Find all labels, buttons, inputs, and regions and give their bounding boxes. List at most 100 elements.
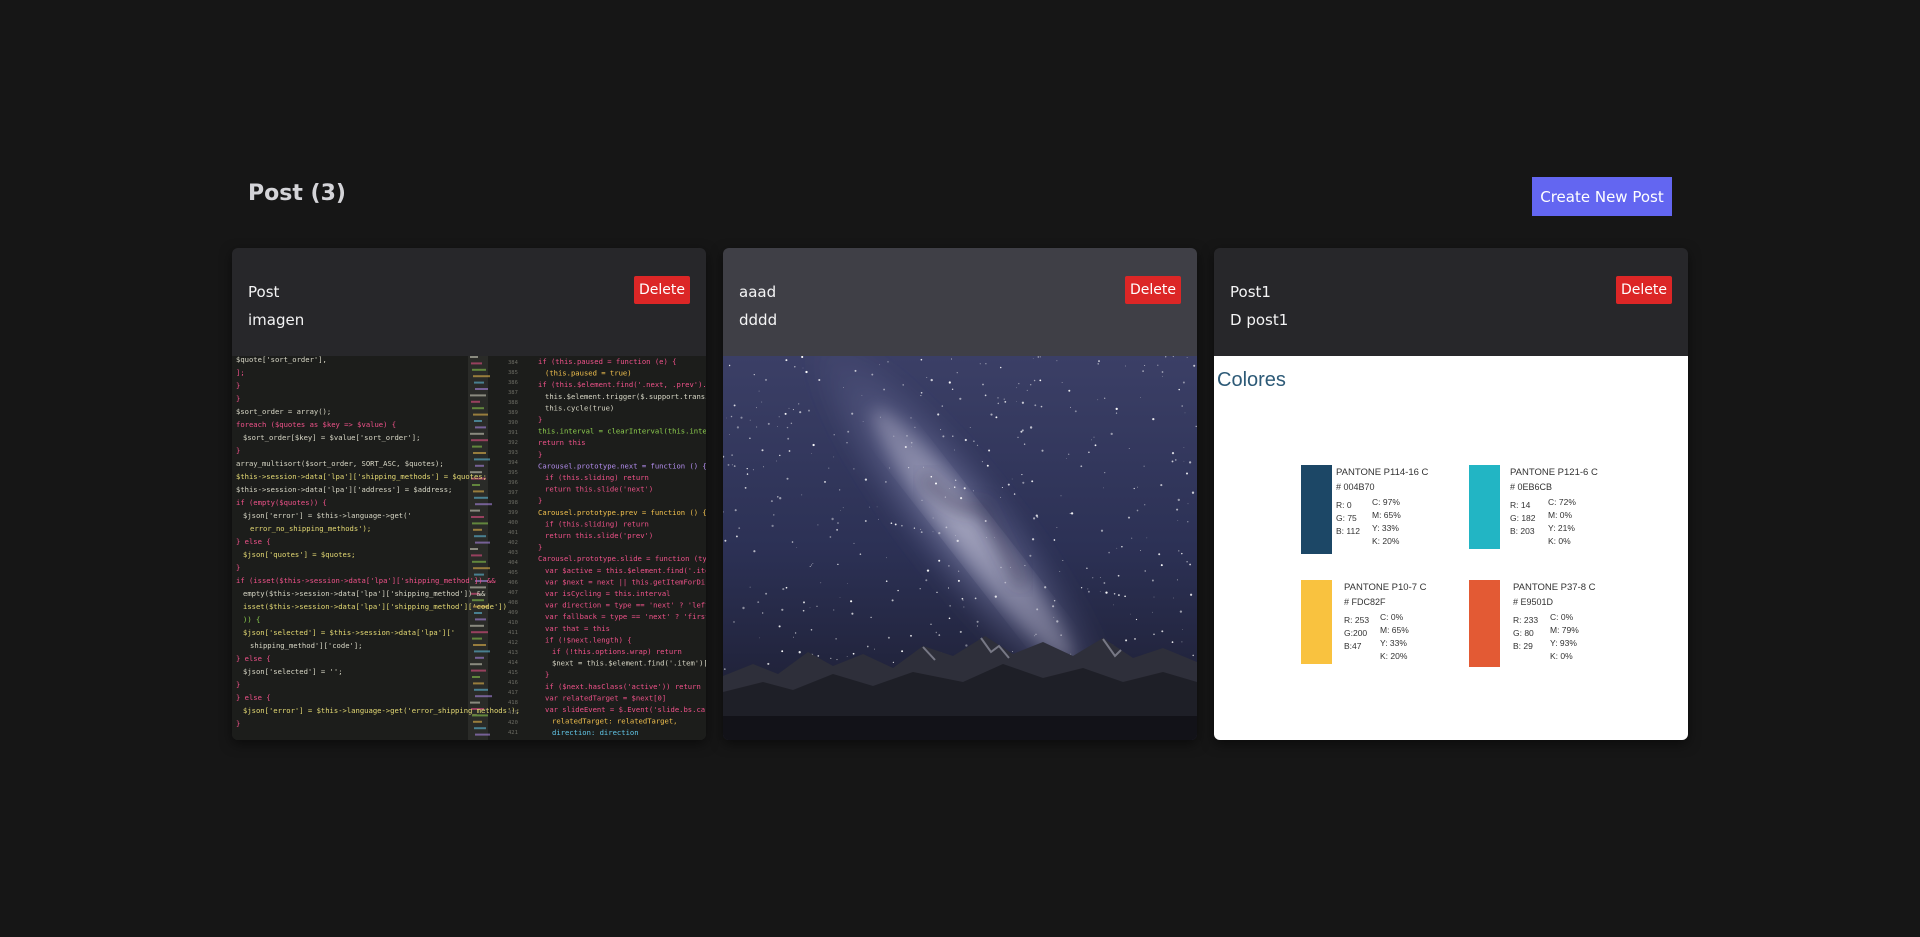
code-line: var $active = this.$element.find('.item.… bbox=[545, 566, 706, 575]
code-line: Carousel.prototype.slide = function (typ… bbox=[538, 554, 706, 563]
code-line: (this.paused = true) bbox=[545, 369, 632, 378]
palette-heading: Colores bbox=[1217, 369, 1286, 391]
code-line: empty($this->session->data['lpa']['shipp… bbox=[243, 589, 486, 598]
code-editor-image: $quote['sort_order'],];}} $sort_order = a… bbox=[232, 356, 706, 740]
code-line: if (this.sliding) return bbox=[545, 519, 649, 528]
line-number: 411 bbox=[508, 630, 518, 636]
post-description: dddd bbox=[739, 311, 778, 329]
delete-post-button[interactable]: Delete bbox=[1125, 276, 1181, 304]
code-line: var direction = type == 'next' ? 'left' … bbox=[545, 601, 706, 610]
swatch-b: B:47 bbox=[1344, 641, 1362, 651]
code-line: } bbox=[236, 719, 240, 728]
line-number: 396 bbox=[508, 480, 518, 486]
code-line: this.interval = clearInterval(this.inter… bbox=[538, 427, 706, 436]
code-line: return this bbox=[538, 438, 586, 447]
code-line: } bbox=[538, 415, 542, 424]
swatch-c: C: 0% bbox=[1550, 612, 1574, 622]
line-number: 407 bbox=[508, 590, 518, 596]
swatch-y: Y: 93% bbox=[1550, 638, 1577, 648]
code-line: $this->session->data['lpa']['shipping_me… bbox=[236, 472, 487, 481]
code-line: Carousel.prototype.next = function () { bbox=[538, 461, 706, 470]
code-line: } bbox=[236, 381, 240, 390]
line-number: 386 bbox=[508, 380, 518, 386]
code-line: $json['quotes'] = $quotes; bbox=[243, 550, 356, 559]
swatch-k: K: 0% bbox=[1548, 536, 1571, 546]
swatch-b: B: 112 bbox=[1336, 526, 1360, 536]
line-number: 399 bbox=[508, 510, 518, 516]
code-line: } else { bbox=[236, 693, 271, 702]
code-line: if (this.$element.find('.next, .prev').l… bbox=[538, 380, 706, 389]
code-line: } else { bbox=[236, 537, 271, 546]
code-line: $json['error'] = $this->language->get('e… bbox=[243, 706, 520, 715]
code-line: var that = this bbox=[545, 624, 610, 633]
line-number: 384 bbox=[508, 360, 519, 366]
swatch-name: PANTONE P10-7 C bbox=[1344, 582, 1427, 593]
delete-post-button[interactable]: Delete bbox=[634, 276, 690, 304]
code-line: if ($next.hasClass('active')) return (th… bbox=[545, 682, 706, 691]
code-line: ]; bbox=[236, 368, 245, 377]
swatch-m: M: 65% bbox=[1380, 625, 1409, 635]
swatch-navy bbox=[1301, 465, 1332, 554]
swatch-g: G: 80 bbox=[1513, 628, 1534, 638]
swatch-g: G: 182 bbox=[1510, 513, 1536, 523]
line-number: 404 bbox=[508, 560, 519, 566]
code-line: $json['selected'] = $this->session->data… bbox=[243, 628, 455, 637]
post-description: imagen bbox=[248, 311, 305, 329]
code-line: $json['selected'] = ''; bbox=[243, 667, 343, 676]
code-line: this.$element.trigger($.support.transiti… bbox=[545, 392, 706, 401]
swatch-g: G: 75 bbox=[1336, 513, 1357, 523]
line-number: 405 bbox=[508, 570, 518, 576]
code-line: if (this.paused = function (e) { bbox=[538, 357, 676, 366]
code-line: var slideEvent = $.Event('slide.bs.carou… bbox=[545, 705, 706, 714]
line-number: 409 bbox=[508, 610, 518, 616]
post-card-header: Post imagen Delete bbox=[232, 248, 706, 356]
line-number: 403 bbox=[508, 550, 518, 556]
swatch-g: G:200 bbox=[1344, 628, 1367, 638]
swatch-y: Y: 33% bbox=[1380, 638, 1407, 648]
line-number: 415 bbox=[508, 670, 518, 676]
line-number: 385 bbox=[508, 370, 518, 376]
swatch-k: K: 0% bbox=[1550, 651, 1573, 661]
post-title: aaad bbox=[739, 283, 777, 301]
code-line: } else { bbox=[236, 654, 271, 663]
post-title: Post1 bbox=[1230, 283, 1271, 301]
code-line: $sort_order = array(); bbox=[236, 407, 331, 416]
swatch-r: R: 233 bbox=[1513, 615, 1538, 625]
swatch-name: PANTONE P121-6 C bbox=[1510, 467, 1598, 478]
swatch-hex: # 004B70 bbox=[1336, 482, 1375, 492]
code-line: if (isset($this->session->data['lpa']['s… bbox=[236, 576, 496, 585]
line-number: 401 bbox=[508, 530, 518, 536]
line-number: 414 bbox=[508, 660, 519, 666]
line-number: 412 bbox=[508, 640, 518, 646]
line-number: 395 bbox=[508, 470, 518, 476]
code-line: var $next = next || this.getItemForDirec… bbox=[545, 577, 706, 586]
line-number: 406 bbox=[508, 580, 518, 586]
post-card-header: Post1 D post1 Delete bbox=[1214, 248, 1688, 356]
line-number: 392 bbox=[508, 440, 518, 446]
code-line: relatedTarget: relatedTarget, bbox=[552, 717, 678, 726]
delete-post-button[interactable]: Delete bbox=[1616, 276, 1672, 304]
code-line: } bbox=[545, 670, 549, 679]
posts-grid: Post imagen Delete $quote['sort_order'],… bbox=[232, 248, 1688, 740]
line-number: 390 bbox=[508, 420, 518, 426]
code-line: var fallback = type == 'next' ? 'first' … bbox=[545, 612, 706, 621]
line-number: 416 bbox=[508, 680, 518, 686]
code-line: if (!this.options.wrap) return bbox=[552, 647, 682, 656]
code-line: $quote['sort_order'], bbox=[236, 356, 327, 364]
swatch-hex: # 0EB6CB bbox=[1510, 482, 1552, 492]
code-line: if (!$next.length) { bbox=[545, 635, 632, 644]
line-number: 397 bbox=[508, 490, 518, 496]
line-number: 388 bbox=[508, 400, 518, 406]
post-description: D post1 bbox=[1230, 311, 1289, 329]
code-line: array_multisort($sort_order, SORT_ASC, $… bbox=[236, 459, 444, 468]
line-number: 398 bbox=[508, 500, 518, 506]
swatch-yellow bbox=[1301, 580, 1332, 664]
swatch-r: R: 14 bbox=[1510, 500, 1531, 510]
page-title: Post (3) bbox=[248, 181, 346, 206]
code-line: } bbox=[236, 394, 240, 403]
create-new-post-button[interactable]: Create New Post bbox=[1532, 177, 1672, 216]
line-number: 391 bbox=[508, 430, 518, 436]
code-line: this.cycle(true) bbox=[545, 403, 614, 412]
swatch-c: C: 97% bbox=[1372, 497, 1400, 507]
code-line: var isCycling = this.interval bbox=[545, 589, 671, 598]
